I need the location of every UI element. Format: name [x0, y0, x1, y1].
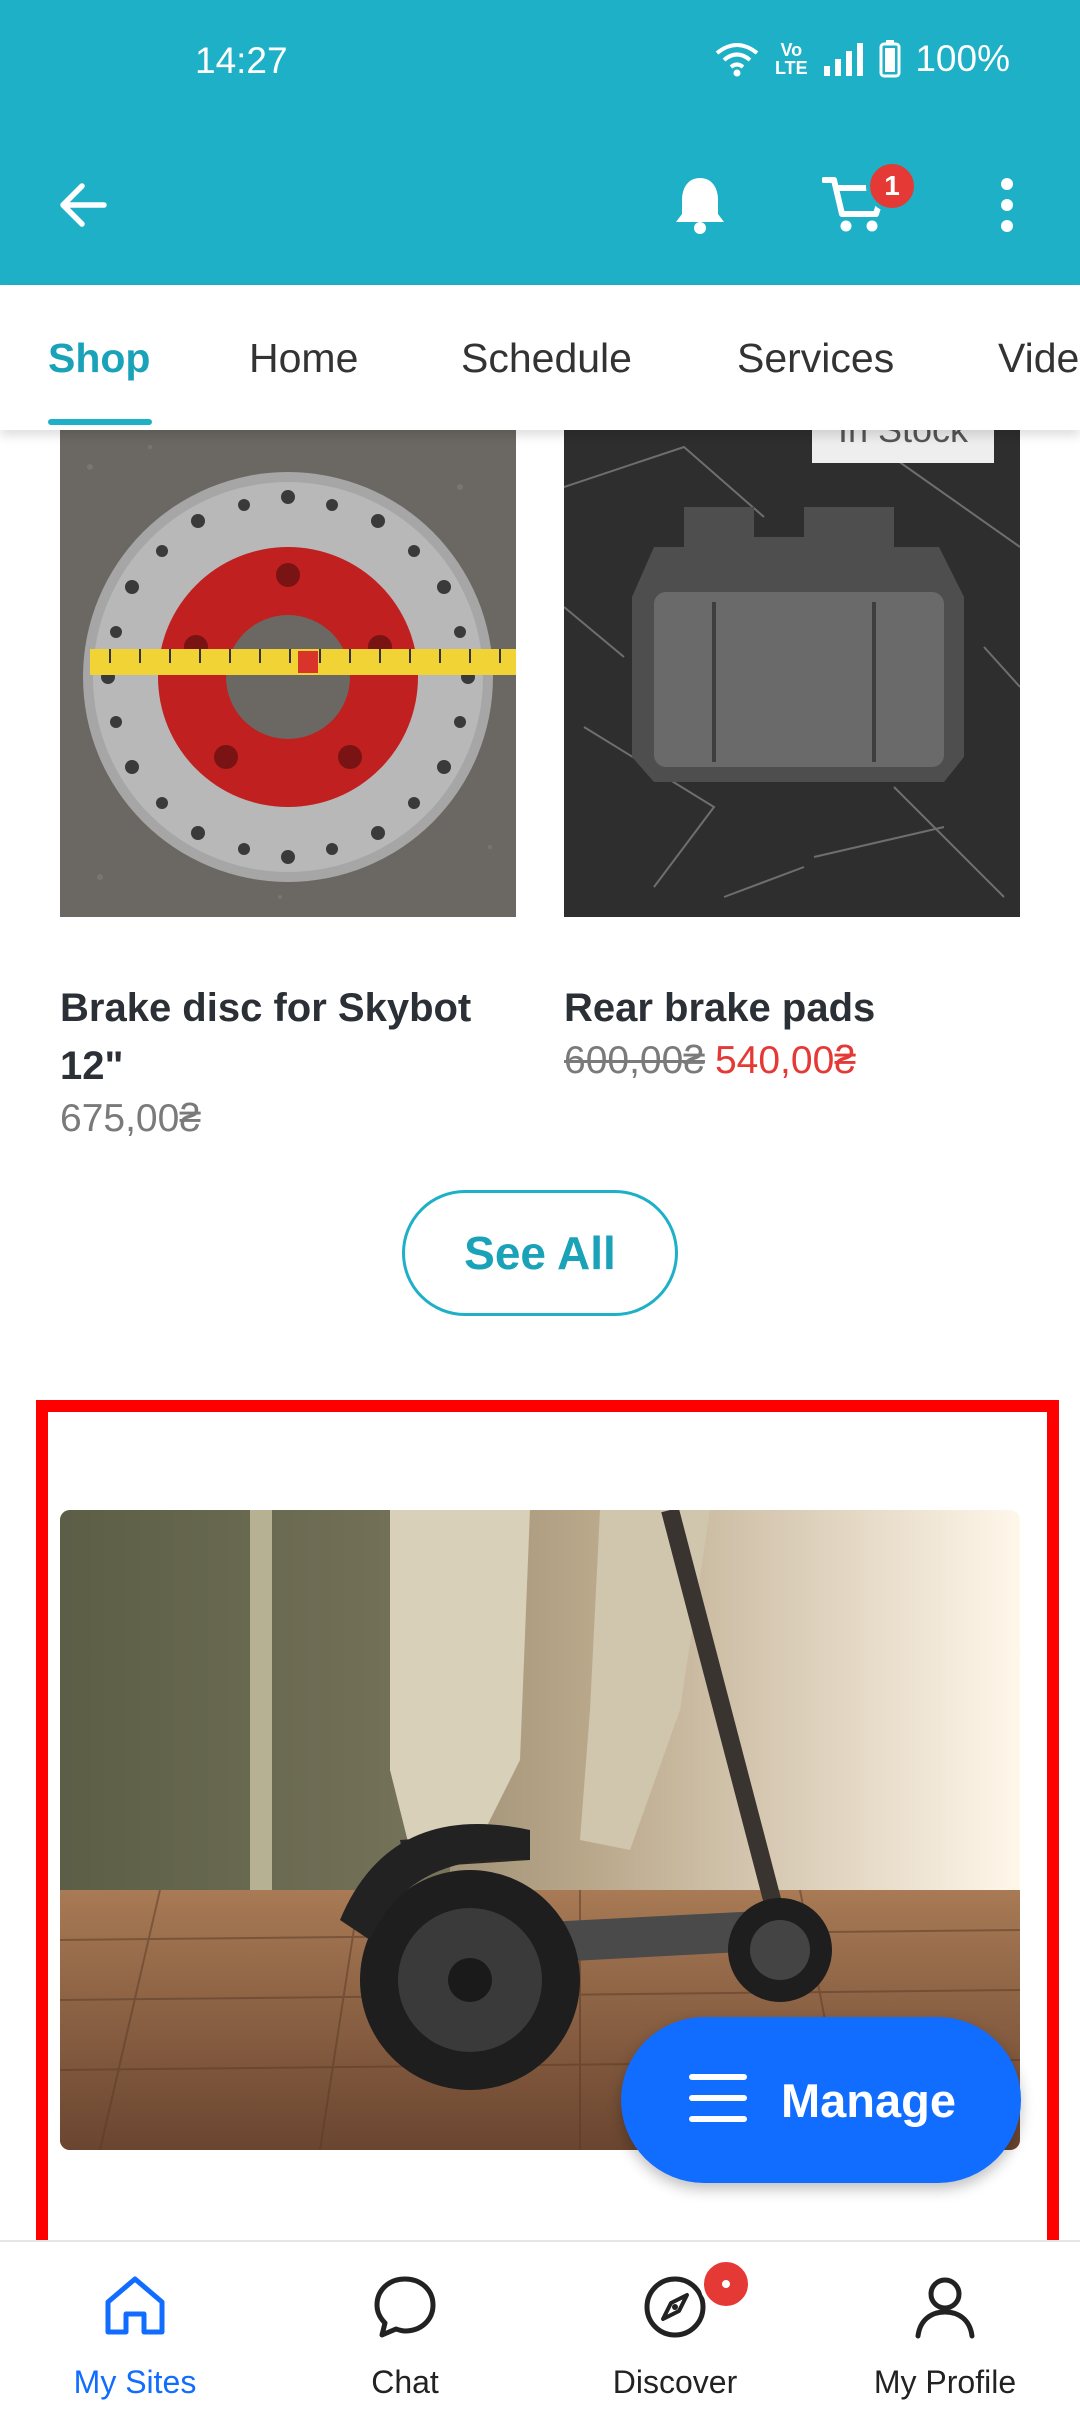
signal-icon	[823, 42, 865, 76]
bell-icon[interactable]	[665, 170, 735, 240]
old-price: 600,00₴	[564, 1039, 705, 1082]
product-image-brake-disc[interactable]	[60, 430, 516, 917]
status-time: 14:27	[195, 40, 288, 81]
nav-chat[interactable]: Chat	[290, 2252, 520, 2412]
more-vert-icon[interactable]	[972, 170, 1042, 240]
tab-home[interactable]: Home	[249, 335, 358, 382]
nav-label: Discover	[612, 2364, 738, 2400]
chat-icon	[372, 2274, 438, 2345]
tab-bar: Shop Home Schedule Services Vide	[0, 285, 1080, 430]
status-bar: 14:27 Vo LTE 100%	[0, 0, 1080, 125]
tab-videos[interactable]: Vide	[998, 335, 1079, 382]
nav-label: My Profile	[873, 2364, 1017, 2400]
see-all-button[interactable]: See All	[402, 1190, 678, 1316]
tab-shop[interactable]: Shop	[48, 335, 150, 382]
battery-icon	[879, 40, 901, 78]
nav-label: Chat	[371, 2364, 439, 2400]
tab-indicator	[48, 419, 152, 425]
stock-badge: In Stock	[812, 430, 994, 463]
manage-label: Manage	[781, 2073, 956, 2127]
battery-percent: 100%	[915, 38, 1010, 79]
product-price: 600,00₴ 540,00₴	[564, 1039, 856, 1083]
nav-my-sites[interactable]: My Sites	[20, 2252, 250, 2412]
back-arrow-icon[interactable]	[48, 170, 118, 240]
compass-icon	[642, 2274, 708, 2345]
nav-my-profile[interactable]: My Profile	[830, 2252, 1060, 2412]
nav-label: My Sites	[73, 2364, 197, 2400]
page-content: Brake disc for Skybot 12" 675,00₴ In Sto…	[0, 430, 1080, 2240]
nav-discover[interactable]: Discover	[560, 2252, 790, 2412]
wifi-icon	[715, 41, 759, 77]
bottom-nav: My Sites Chat Discover My Profile	[0, 2240, 1080, 2412]
cart-badge: 1	[866, 160, 918, 212]
tab-services[interactable]: Services	[737, 335, 894, 382]
product-price: 675,00₴	[60, 1097, 201, 1140]
home-icon	[102, 2274, 168, 2343]
volte-icon: Vo LTE	[775, 40, 808, 78]
product-image-brake-pads[interactable]: In Stock	[564, 430, 1020, 917]
discover-badge	[700, 2258, 752, 2310]
app-screen: 14:27 Vo LTE 100% 1 Shop Home Schedule S…	[0, 0, 1080, 2412]
manage-button[interactable]: Manage	[621, 2017, 1021, 2183]
toolbar: 1	[0, 150, 1080, 260]
tab-schedule[interactable]: Schedule	[461, 335, 632, 382]
product-name[interactable]: Brake disc for Skybot 12"	[60, 979, 530, 1095]
profile-icon	[912, 2274, 978, 2345]
menu-icon	[687, 2072, 749, 2129]
status-icons: Vo LTE 100%	[715, 38, 1010, 80]
app-header: 14:27 Vo LTE 100% 1	[0, 0, 1080, 285]
sale-price: 540,00₴	[714, 1039, 856, 1082]
product-name[interactable]: Rear brake pads	[564, 979, 1034, 1037]
